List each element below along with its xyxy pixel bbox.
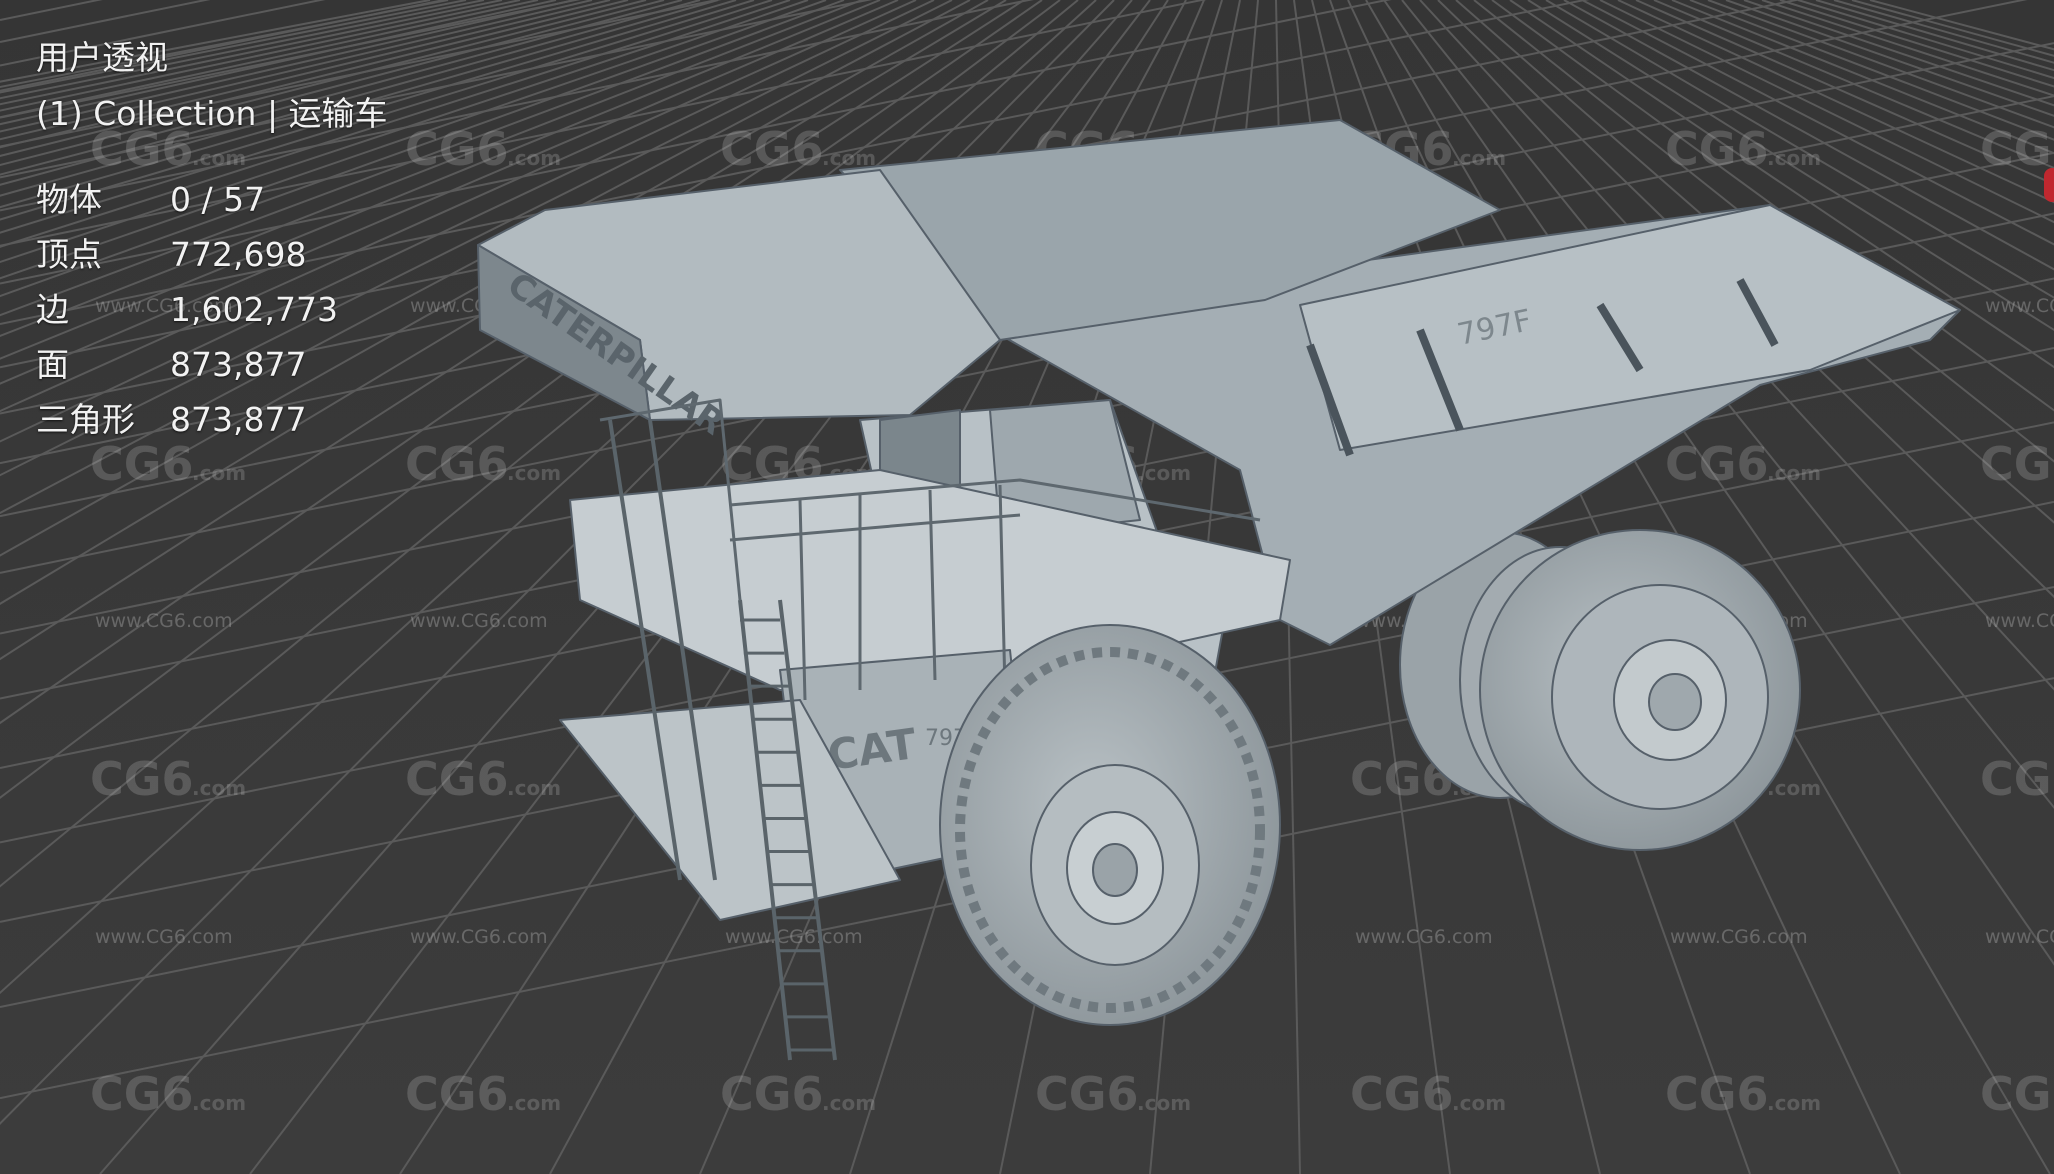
- stat-row-faces: 面 873,877: [36, 337, 388, 392]
- watermark-logo-suffix: .com: [507, 776, 561, 800]
- watermark-logo-suffix: .com: [1452, 1091, 1506, 1115]
- watermark-logo: CG6: [90, 752, 194, 806]
- watermark-url: www.CG6.com: [1670, 926, 1808, 948]
- stat-label: 边: [36, 290, 69, 329]
- watermark-logo-suffix: .com: [507, 461, 561, 485]
- watermark-logo: CG6: [1035, 1067, 1139, 1121]
- watermark-url: www.CG6.com: [1985, 926, 2054, 948]
- watermark-logo: CG6: [1980, 752, 2054, 806]
- navigation-gizmo-red-axis[interactable]: [2044, 168, 2054, 202]
- watermark-logo-suffix: .com: [1137, 461, 1191, 485]
- watermark-logo: CG6: [1980, 437, 2054, 491]
- watermark-logo: CG6: [405, 1067, 509, 1121]
- watermark-logo: CG6: [1665, 437, 1769, 491]
- watermark-url: www.CG6.com: [95, 610, 233, 632]
- watermark-logo: CG6: [90, 1067, 194, 1121]
- watermark-logo: CG6: [1665, 122, 1769, 176]
- watermark-logo: CG6: [405, 437, 509, 491]
- watermark-logo-suffix: .com: [1767, 461, 1821, 485]
- watermark-logo: CG6: [720, 122, 824, 176]
- stat-row-triangles: 三角形 873,877: [36, 392, 388, 447]
- watermark-logo-suffix: .com: [822, 1091, 876, 1115]
- watermark-url: www.CG6.com: [95, 926, 233, 948]
- watermark-logo-suffix: .com: [507, 146, 561, 170]
- watermark-logo-suffix: .com: [192, 461, 246, 485]
- stat-label: 物体: [36, 180, 102, 219]
- stat-value: 873,877: [170, 400, 307, 439]
- stat-row-edges: 边 1,602,773: [36, 282, 388, 337]
- watermark-logo-suffix: .com: [1452, 146, 1506, 170]
- watermark-logo-suffix: .com: [1767, 1091, 1821, 1115]
- watermark-logo-suffix: .com: [192, 776, 246, 800]
- watermark-logo-suffix: .com: [1767, 146, 1821, 170]
- watermark-logo-suffix: .com: [1137, 1091, 1191, 1115]
- watermark-logo-suffix: .com: [192, 1091, 246, 1115]
- watermark-logo: CG6: [1980, 122, 2054, 176]
- stat-label: 顶点: [36, 235, 102, 274]
- view-name: 用户透视: [36, 38, 168, 77]
- scene-statistics: 物体 0 / 57 顶点 772,698 边 1,602,773 面 873,8…: [36, 172, 388, 447]
- watermark-logo: CG6: [1350, 1067, 1454, 1121]
- stat-row-objects: 物体 0 / 57: [36, 172, 388, 227]
- stat-row-vertices: 顶点 772,698: [36, 227, 388, 282]
- stat-value: 772,698: [170, 235, 307, 274]
- viewport-info-overlay: 用户透视 (1) Collection | 运输车 物体 0 / 57 顶点 7…: [36, 30, 388, 447]
- watermark-logo: CG6: [1980, 1067, 2054, 1121]
- watermark-url: www.CG6.com: [1355, 926, 1493, 948]
- watermark-url: www.CG6.com: [410, 926, 548, 948]
- watermark-url: www.CG6.com: [1985, 610, 2054, 632]
- stat-value: 0 / 57: [170, 180, 266, 219]
- active-collection-label: (1) Collection | 运输车: [36, 94, 388, 133]
- watermark-logo-suffix: .com: [1767, 776, 1821, 800]
- watermark-logo: CG6: [405, 122, 509, 176]
- stat-value: 1,602,773: [170, 290, 338, 329]
- watermark-logo: CG6: [720, 1067, 824, 1121]
- watermark-logo-suffix: .com: [507, 1091, 561, 1115]
- stat-value: 873,877: [170, 345, 307, 384]
- watermark-logo: CG6: [1665, 1067, 1769, 1121]
- watermark-url: www.CG6.com: [1985, 295, 2054, 317]
- watermark-logo: CG6: [405, 752, 509, 806]
- front-wheel[interactable]: [939, 624, 1281, 1026]
- stat-label: 面: [36, 345, 69, 384]
- watermark-url: www.CG6.com: [725, 926, 863, 948]
- watermark-url: www.CG6.com: [410, 610, 548, 632]
- stat-label: 三角形: [36, 400, 135, 439]
